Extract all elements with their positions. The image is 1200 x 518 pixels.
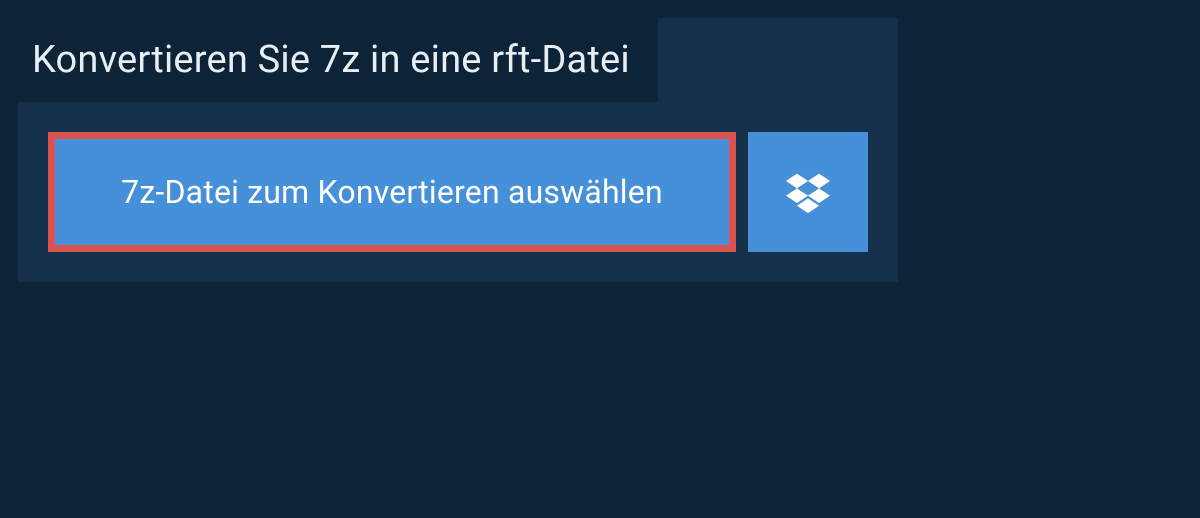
select-file-label: 7z-Datei zum Konvertieren auswählen	[121, 173, 663, 211]
button-row: 7z-Datei zum Konvertieren auswählen	[18, 102, 898, 252]
select-file-button[interactable]: 7z-Datei zum Konvertieren auswählen	[48, 132, 736, 252]
page-title: Konvertieren Sie 7z in eine rft-Datei	[32, 38, 630, 82]
dropbox-icon	[786, 170, 830, 214]
header-bar: Konvertieren Sie 7z in eine rft-Datei	[18, 18, 658, 102]
dropbox-button[interactable]	[748, 132, 868, 252]
converter-card: Konvertieren Sie 7z in eine rft-Datei 7z…	[18, 18, 898, 282]
